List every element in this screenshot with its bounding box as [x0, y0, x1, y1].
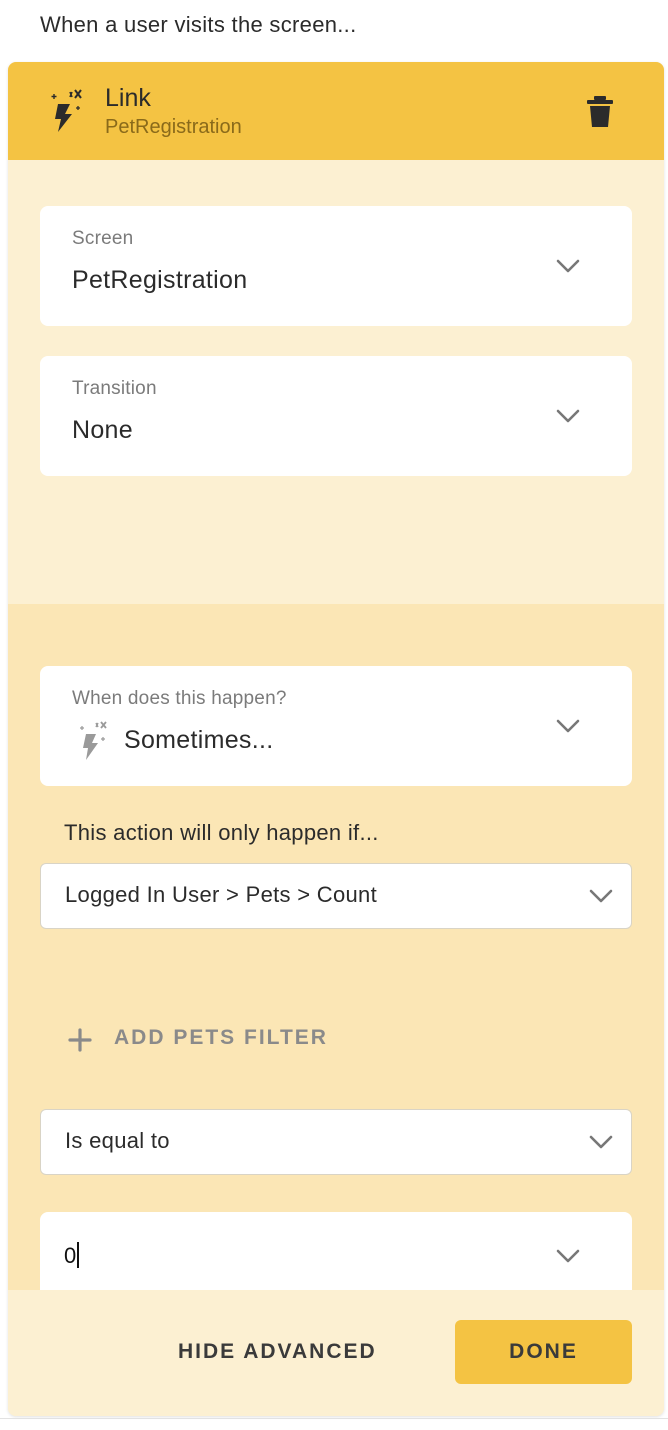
trash-icon[interactable]	[585, 96, 615, 128]
magic-action-icon	[51, 89, 82, 132]
advanced-settings: When does this happen? Sometimes... This…	[8, 604, 664, 1300]
plus-icon	[68, 1028, 92, 1052]
chevron-down-icon	[556, 719, 580, 733]
operator-select[interactable]: Is equal to	[40, 1109, 632, 1175]
done-button[interactable]: DONE	[455, 1320, 632, 1384]
source-value: Logged In User > Pets > Count	[65, 882, 378, 907]
chevron-down-icon	[589, 889, 613, 903]
transition-select[interactable]: Transition None	[40, 356, 632, 476]
compare-value-text: 0	[64, 1242, 80, 1269]
transition-label: Transition	[72, 378, 157, 399]
chevron-down-icon	[556, 409, 580, 423]
source-select[interactable]: Logged In User > Pets > Count	[40, 863, 632, 929]
operator-value: Is equal to	[65, 1128, 170, 1153]
compare-value-input[interactable]: 0	[40, 1212, 632, 1300]
hide-advanced-button[interactable]: HIDE ADVANCED	[178, 1340, 377, 1364]
when-select[interactable]: When does this happen? Sometimes...	[40, 666, 632, 786]
section-caption: When a user visits the screen...	[40, 12, 357, 37]
condition-description: This action will only happen if...	[64, 820, 379, 845]
panel-footer: HIDE ADVANCED DONE	[8, 1290, 664, 1416]
basic-settings: Screen PetRegistration Transition None	[8, 160, 664, 604]
action-header: Link PetRegistration	[8, 62, 664, 160]
chevron-down-icon[interactable]	[555, 1248, 581, 1264]
chevron-down-icon	[589, 1135, 613, 1149]
screen-value: PetRegistration	[72, 266, 248, 294]
action-title: Link	[105, 84, 151, 112]
divider	[0, 1418, 668, 1419]
chevron-down-icon	[556, 259, 580, 273]
when-value: Sometimes...	[124, 726, 274, 754]
when-label: When does this happen?	[72, 688, 287, 709]
transition-value: None	[72, 416, 133, 444]
action-panel: Link PetRegistration Screen PetRegistrat…	[8, 62, 664, 1416]
screen-label: Screen	[72, 228, 134, 249]
action-subtitle: PetRegistration	[105, 116, 242, 138]
compare-value: 0	[64, 1243, 77, 1268]
magic-action-icon	[80, 721, 107, 760]
screen-select[interactable]: Screen PetRegistration	[40, 206, 632, 326]
text-caret	[77, 1242, 80, 1268]
add-filter-label: ADD PETS FILTER	[114, 1026, 328, 1049]
